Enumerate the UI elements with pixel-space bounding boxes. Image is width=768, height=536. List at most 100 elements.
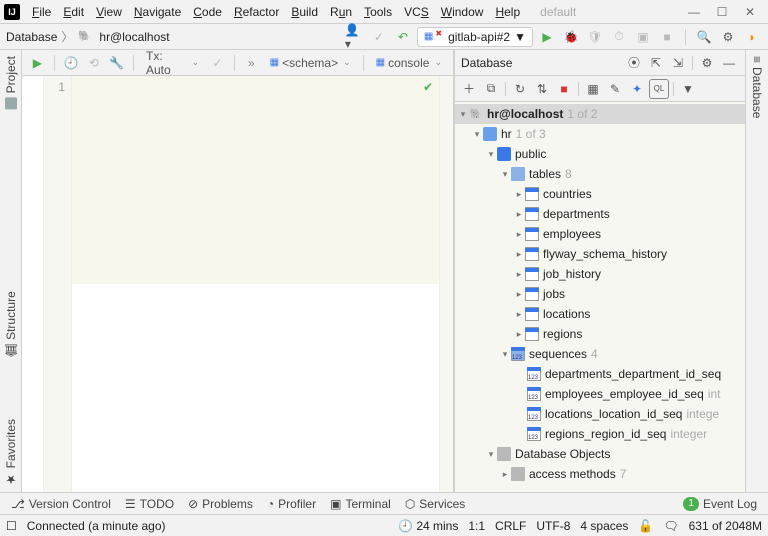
edit-icon[interactable]: ✎ [605, 79, 625, 99]
tree-sequence[interactable]: regions_region_id_seqinteger [455, 424, 745, 444]
undo-icon[interactable]: ↶ [393, 27, 413, 47]
menu-file[interactable]: File [26, 3, 57, 21]
tab-problems[interactable]: ⊘Problems [183, 496, 258, 512]
jump-to-console-icon[interactable]: ✦ [627, 79, 647, 99]
sidebar-tab-favorites[interactable]: ★Favorites [4, 419, 18, 486]
hide-panel-icon[interactable]: — [719, 53, 739, 73]
tree-table[interactable]: ▸locations [455, 304, 745, 324]
chevron-right-icon[interactable]: ▸ [513, 189, 525, 200]
database-tree[interactable]: ▾🐘hr@localhost1 of 2 ▾hr1 of 3 ▾public ▾… [455, 102, 745, 492]
tab-terminal[interactable]: ▣Terminal [325, 496, 396, 512]
status-indent[interactable]: 4 spaces [580, 519, 628, 533]
menu-window[interactable]: Window [435, 3, 490, 21]
sidebar-tab-structure[interactable]: 🏛Structure [4, 291, 18, 359]
tx-mode-selector[interactable]: Tx: Auto⌄ [141, 48, 204, 78]
tree-table[interactable]: ▸countries [455, 184, 745, 204]
menu-view[interactable]: View [90, 3, 128, 21]
status-encoding[interactable]: UTF-8 [536, 519, 570, 533]
tree-dbobjects-group[interactable]: ▾Database Objects [455, 444, 745, 464]
chevron-down-icon[interactable]: ▾ [499, 349, 511, 360]
filter-icon[interactable]: ▼ [678, 79, 698, 99]
chevron-down-icon[interactable]: ▾ [485, 449, 497, 460]
menu-help[interactable]: Help [489, 3, 526, 21]
statusbar-toggle-icon[interactable]: ☐ [6, 519, 17, 533]
chevron-right-icon[interactable]: ▸ [513, 209, 525, 220]
duplicate-icon[interactable]: ⧉ [481, 79, 501, 99]
debug-button[interactable]: 🐞 [561, 27, 581, 47]
tree-sequence[interactable]: departments_department_id_seq [455, 364, 745, 384]
tree-table[interactable]: ▸flyway_schema_history [455, 244, 745, 264]
wrench-icon[interactable]: 🔧 [107, 53, 126, 73]
chevron-right-icon[interactable]: ▸ [513, 329, 525, 340]
readonly-icon[interactable]: 🔓 [638, 519, 653, 533]
expand-all-icon[interactable]: ⇱ [646, 53, 666, 73]
sync-icon[interactable]: ⇅ [532, 79, 552, 99]
settings-icon[interactable]: ⚙ [718, 27, 738, 47]
search-icon[interactable]: 🔍 [694, 27, 714, 47]
console-selector[interactable]: ▦console⌄ [371, 55, 447, 71]
tab-profiler[interactable]: ◔Profiler [262, 496, 321, 512]
run-button[interactable]: ▶ [537, 27, 557, 47]
chevron-right-icon[interactable]: ▸ [513, 249, 525, 260]
tree-sequence[interactable]: locations_location_id_seqintege [455, 404, 745, 424]
tree-table[interactable]: ▸regions [455, 324, 745, 344]
breadcrumb-item[interactable]: hr@localhost [99, 30, 169, 44]
editor-body[interactable]: 1 ✔ [22, 76, 453, 492]
window-minimize-icon[interactable]: — [680, 2, 708, 22]
scroll-to-source-icon[interactable]: ⦿ [624, 53, 644, 73]
tab-version-control[interactable]: ⎇Version Control [6, 496, 116, 512]
tree-sequences-group[interactable]: ▾sequences4 [455, 344, 745, 364]
menu-build[interactable]: Build [285, 3, 324, 21]
menu-refactor[interactable]: Refactor [228, 3, 285, 21]
ddl-icon[interactable]: QL [649, 79, 669, 99]
chevrons-icon[interactable]: » [242, 53, 261, 73]
tree-database[interactable]: ▾hr1 of 3 [455, 124, 745, 144]
tree-root-datasource[interactable]: ▾🐘hr@localhost1 of 2 [455, 104, 745, 124]
sidebar-tab-database[interactable]: ≡Database [750, 56, 764, 492]
chevron-right-icon[interactable]: ▸ [513, 269, 525, 280]
status-time[interactable]: 🕘 24 mins [398, 519, 458, 533]
menu-edit[interactable]: Edit [57, 3, 90, 21]
add-datasource-icon[interactable]: ＋ [459, 79, 479, 99]
refresh-icon[interactable]: ↻ [510, 79, 530, 99]
window-maximize-icon[interactable]: ☐ [708, 2, 736, 22]
stop-icon[interactable]: ■ [657, 27, 677, 47]
sidebar-tab-project[interactable]: Project [4, 56, 18, 109]
coverage-icon[interactable]: 🛡 [585, 27, 605, 47]
profile-icon[interactable]: ⏱ [609, 27, 629, 47]
tree-sequence[interactable]: employees_employee_id_seqint [455, 384, 745, 404]
tab-services[interactable]: ⬡Services [400, 496, 471, 512]
execute-button[interactable]: ▶ [28, 53, 47, 73]
editor-error-stripe[interactable] [439, 76, 453, 492]
tree-table[interactable]: ▸departments [455, 204, 745, 224]
window-close-icon[interactable]: ✕ [736, 2, 764, 22]
chevron-right-icon[interactable]: ▸ [513, 289, 525, 300]
jb-toolbox-icon[interactable]: ◗ [742, 27, 762, 47]
stop-query-icon[interactable]: ■ [554, 79, 574, 99]
menu-vcs[interactable]: VCS [398, 3, 435, 21]
tab-event-log[interactable]: 1Event Log [678, 496, 762, 512]
commit-icon[interactable]: ✓ [208, 53, 227, 73]
chevron-down-icon[interactable]: ▾ [471, 129, 483, 140]
chevron-down-icon[interactable]: ▾ [457, 109, 469, 120]
user-icon[interactable]: 👤▾ [345, 27, 365, 47]
menu-run[interactable]: Run [324, 3, 358, 21]
schema-selector[interactable]: ▦<schema>⌄ [265, 55, 356, 71]
chevron-down-icon[interactable]: ▾ [485, 149, 497, 160]
history-icon[interactable]: 🕘 [62, 53, 81, 73]
chevron-right-icon[interactable]: ▸ [513, 309, 525, 320]
tree-schema[interactable]: ▾public [455, 144, 745, 164]
status-caret-pos[interactable]: 1:1 [468, 519, 485, 533]
run-config-selector[interactable]: ▦✖ gitlab-api#2 ▼ [417, 27, 533, 47]
status-line-ending[interactable]: CRLF [495, 519, 526, 533]
menu-tools[interactable]: Tools [358, 3, 398, 21]
collapse-all-icon[interactable]: ⇲ [668, 53, 688, 73]
status-memory[interactable]: 631 of 2048M [689, 519, 762, 533]
tab-todo[interactable]: ☰TODO [120, 496, 179, 512]
chevron-down-icon[interactable]: ▾ [499, 169, 511, 180]
vcs-update-icon[interactable]: ✓ [369, 27, 389, 47]
notifications-icon[interactable]: 🗨 [663, 519, 678, 533]
tree-table[interactable]: ▸job_history [455, 264, 745, 284]
data-view-icon[interactable]: ▦ [583, 79, 603, 99]
chevron-right-icon[interactable]: ▸ [499, 469, 511, 480]
